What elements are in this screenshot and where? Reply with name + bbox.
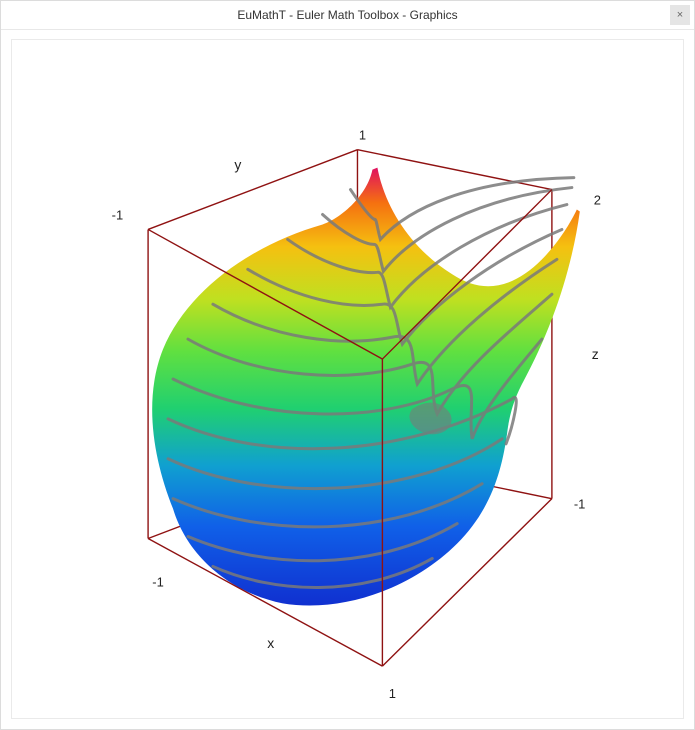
app-window: EuMathT - Euler Math Toolbox - Graphics … xyxy=(0,0,695,730)
x-axis-label: x xyxy=(267,635,274,651)
surface-plot xyxy=(152,168,580,606)
graphics-viewport[interactable]: -1 1 y 2 -1 z -1 1 x xyxy=(11,39,684,719)
x-tick-pos1: 1 xyxy=(389,686,396,701)
y-tick-pos1: 1 xyxy=(359,128,366,143)
x-tick-neg1: -1 xyxy=(152,574,164,589)
plot-svg: -1 1 y 2 -1 z -1 1 x xyxy=(12,40,683,718)
close-button[interactable]: × xyxy=(670,5,690,25)
y-tick-neg1: -1 xyxy=(112,207,124,222)
z-tick-neg1: -1 xyxy=(574,497,586,512)
titlebar: EuMathT - Euler Math Toolbox - Graphics … xyxy=(1,1,694,30)
close-icon: × xyxy=(677,9,683,21)
z-axis-label: z xyxy=(592,346,599,362)
window-title: EuMathT - Euler Math Toolbox - Graphics xyxy=(237,8,457,22)
z-tick-pos2: 2 xyxy=(594,193,601,208)
y-axis-label: y xyxy=(234,157,241,173)
